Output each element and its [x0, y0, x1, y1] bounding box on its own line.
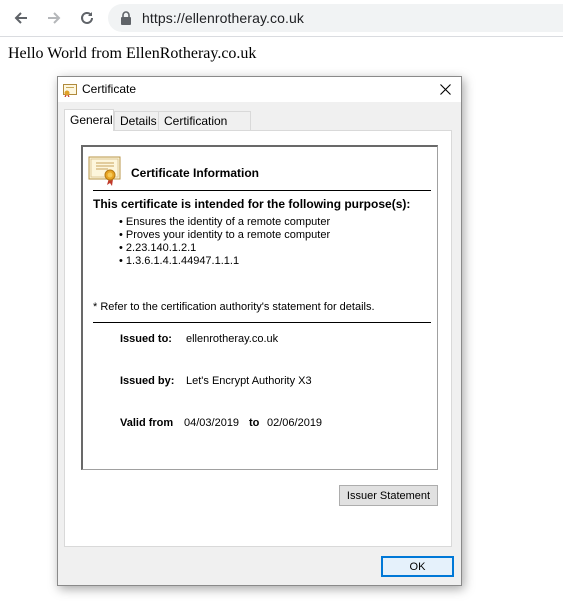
ok-button[interactable]: OK	[381, 556, 454, 577]
browser-toolbar: https://ellenrotheray.co.uk	[0, 0, 563, 37]
valid-from-label: Valid from	[120, 417, 174, 429]
purpose-heading: This certificate is intended for the fol…	[93, 197, 411, 211]
dialog-title: Certificate	[82, 82, 137, 96]
general-tab-panel: Certificate Information This certificate…	[64, 130, 452, 547]
issued-by-value[interactable]: Let's Encrypt Authority X3	[186, 375, 312, 387]
tab-general[interactable]: General	[64, 109, 114, 131]
lock-icon[interactable]	[120, 11, 132, 25]
list-item: Ensures the identity of a remote compute…	[119, 216, 330, 229]
url-text[interactable]: https://ellenrotheray.co.uk	[142, 10, 304, 26]
certificate-icon	[88, 156, 121, 186]
valid-to-value[interactable]: 02/06/2019	[267, 417, 322, 429]
certificate-icon	[63, 84, 77, 97]
divider	[93, 322, 431, 323]
list-item: 1.3.6.1.4.1.44947.1.1.1	[119, 255, 330, 268]
dialog-titlebar: Certificate	[58, 77, 461, 102]
tab-details[interactable]: Details	[114, 111, 159, 130]
certificate-dialog: Certificate General Details Certificatio…	[57, 76, 462, 586]
arrow-left-icon	[14, 12, 27, 24]
address-bar[interactable]: https://ellenrotheray.co.uk	[108, 4, 563, 32]
list-item: 2.23.140.1.2.1	[119, 242, 330, 255]
issued-to-value[interactable]: ellenrotheray.co.uk	[186, 333, 278, 345]
close-icon	[439, 83, 451, 95]
arrow-right-icon	[48, 12, 61, 24]
certificate-information-box: Certificate Information This certificate…	[81, 145, 438, 470]
list-item: Proves your identity to a remote compute…	[119, 229, 330, 242]
valid-from-value[interactable]: 04/03/2019	[184, 417, 239, 429]
issued-to-label: Issued to:	[120, 333, 172, 345]
purpose-list: Ensures the identity of a remote compute…	[119, 216, 330, 268]
certificate-information-heading: Certificate Information	[131, 166, 260, 180]
forward-button[interactable]	[42, 6, 66, 30]
reload-icon	[81, 11, 93, 24]
tab-certification-path[interactable]: Certification Path	[158, 111, 251, 147]
close-button[interactable]	[437, 80, 453, 98]
reload-button[interactable]	[75, 6, 99, 30]
issued-by-label: Issued by:	[120, 375, 175, 387]
divider	[93, 190, 431, 191]
refer-note: * Refer to the certification authority's…	[93, 301, 375, 313]
page-body-text: Hello World from EllenRotheray.co.uk	[8, 45, 257, 62]
back-button[interactable]	[9, 6, 33, 30]
issuer-statement-button[interactable]: Issuer Statement	[339, 485, 438, 506]
valid-to-label: to	[249, 417, 260, 429]
